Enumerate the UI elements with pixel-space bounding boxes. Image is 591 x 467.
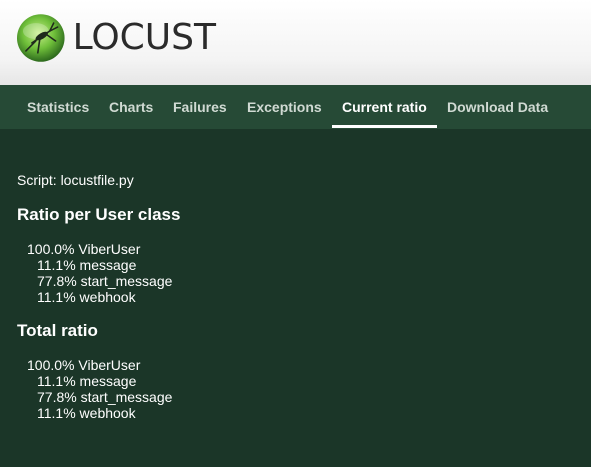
- tab-exceptions[interactable]: Exceptions: [247, 85, 322, 129]
- user-class-ratio: 100.0% ViberUser: [27, 241, 141, 257]
- tab-statistics[interactable]: Statistics: [27, 85, 89, 129]
- task-ratio: 11.1% message: [37, 373, 137, 389]
- tab-current-ratio[interactable]: Current ratio: [342, 85, 427, 129]
- header: LOCUST: [0, 0, 591, 85]
- logo-text: LOCUST: [72, 17, 216, 58]
- user-class-ratio: 100.0% ViberUser: [27, 357, 141, 373]
- script-label: Script: locustfile.py: [17, 172, 134, 188]
- task-ratio: 11.1% webhook: [37, 289, 136, 305]
- tab-charts[interactable]: Charts: [109, 85, 153, 129]
- nav-bar: Statistics Charts Failures Exceptions Cu…: [0, 85, 591, 129]
- active-tab-indicator: [332, 125, 437, 128]
- locust-icon: [16, 14, 65, 62]
- task-ratio: 77.8% start_message: [37, 273, 173, 289]
- logo[interactable]: LOCUST: [16, 13, 216, 63]
- task-ratio: 11.1% message: [37, 257, 137, 273]
- task-ratio: 11.1% webhook: [37, 405, 136, 421]
- tab-failures[interactable]: Failures: [173, 85, 227, 129]
- section-title-total-ratio: Total ratio: [17, 321, 98, 340]
- section-title-ratio-per-user-class: Ratio per User class: [17, 205, 181, 224]
- task-ratio: 77.8% start_message: [37, 389, 173, 405]
- tab-download-data[interactable]: Download Data: [447, 85, 548, 129]
